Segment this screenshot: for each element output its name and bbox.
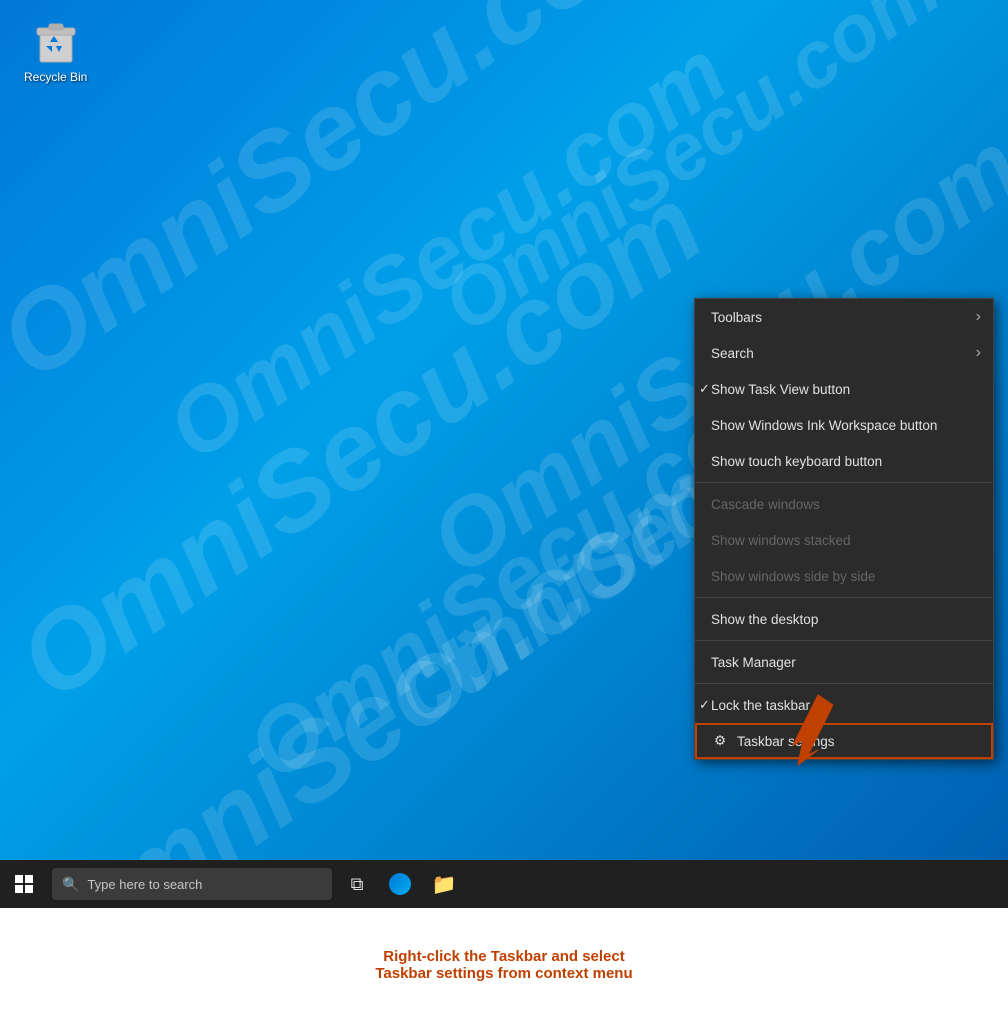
menu-item-show-task-view[interactable]: Show Task View button: [695, 371, 993, 407]
watermark: OmniSecu.com: [0, 0, 705, 405]
annotation-text: Right-click the Taskbar and select Taskb…: [375, 948, 632, 982]
menu-item-stacked-label: Show windows stacked: [711, 533, 851, 548]
search-placeholder-text: Type here to search: [87, 877, 202, 892]
file-explorer-icon: 📁: [432, 872, 457, 897]
menu-separator-1: [695, 482, 993, 483]
menu-item-show-desktop-label: Show the desktop: [711, 612, 818, 627]
windows-logo-icon: [15, 875, 33, 893]
gear-icon: ⚙: [711, 732, 729, 750]
menu-item-show-ink[interactable]: Show Windows Ink Workspace button: [695, 407, 993, 443]
recycle-bin-svg: [30, 14, 82, 66]
annotation-arrow: [738, 685, 838, 780]
menu-item-side-by-side-label: Show windows side by side: [711, 569, 875, 584]
taskbar-search[interactable]: 🔍 Type here to search: [52, 868, 332, 900]
menu-separator-2: [695, 597, 993, 598]
menu-item-show-task-view-label: Show Task View button: [711, 382, 850, 397]
menu-item-show-ink-label: Show Windows Ink Workspace button: [711, 418, 937, 433]
menu-item-show-touch-label: Show touch keyboard button: [711, 454, 882, 469]
recycle-bin-label: Recycle Bin: [24, 70, 87, 84]
menu-item-side-by-side: Show windows side by side: [695, 558, 993, 594]
menu-item-search[interactable]: Search: [695, 335, 993, 371]
menu-separator-4: [695, 683, 993, 684]
menu-item-task-manager[interactable]: Task Manager: [695, 644, 993, 680]
instruction-area: Right-click the Taskbar and select Taskb…: [0, 908, 1008, 1022]
menu-item-show-touch[interactable]: Show touch keyboard button: [695, 443, 993, 479]
file-explorer-button[interactable]: 📁: [422, 860, 466, 908]
watermark: OmniSecu.com: [16, 432, 745, 860]
menu-item-toolbars[interactable]: Toolbars: [695, 299, 993, 335]
menu-item-cascade-label: Cascade windows: [711, 497, 820, 512]
edge-icon: [389, 873, 411, 895]
start-button[interactable]: [0, 860, 48, 908]
annotation-line1: Right-click the Taskbar and select: [375, 948, 632, 965]
menu-item-task-manager-label: Task Manager: [711, 655, 796, 670]
task-view-icon: ⧉: [351, 874, 364, 895]
menu-item-cascade: Cascade windows: [695, 486, 993, 522]
watermark: OmniSecu.com: [150, 21, 746, 481]
task-view-button[interactable]: ⧉: [336, 860, 378, 908]
search-icon: 🔍: [62, 876, 79, 893]
edge-button[interactable]: [378, 860, 422, 908]
desktop: OmniSecu.com OmniSecu.com OmniSecu.com O…: [0, 0, 1008, 860]
arrow-svg: [738, 685, 838, 775]
watermark: OmniSecu.com: [0, 162, 725, 725]
menu-item-toolbars-label: Toolbars: [711, 310, 762, 325]
menu-item-stacked: Show windows stacked: [695, 522, 993, 558]
recycle-bin-icon[interactable]: Recycle Bin: [20, 10, 91, 88]
menu-separator-3: [695, 640, 993, 641]
menu-item-show-desktop[interactable]: Show the desktop: [695, 601, 993, 637]
menu-item-search-label: Search: [711, 346, 754, 361]
taskbar: 🔍 Type here to search ⧉ 📁: [0, 860, 1008, 908]
